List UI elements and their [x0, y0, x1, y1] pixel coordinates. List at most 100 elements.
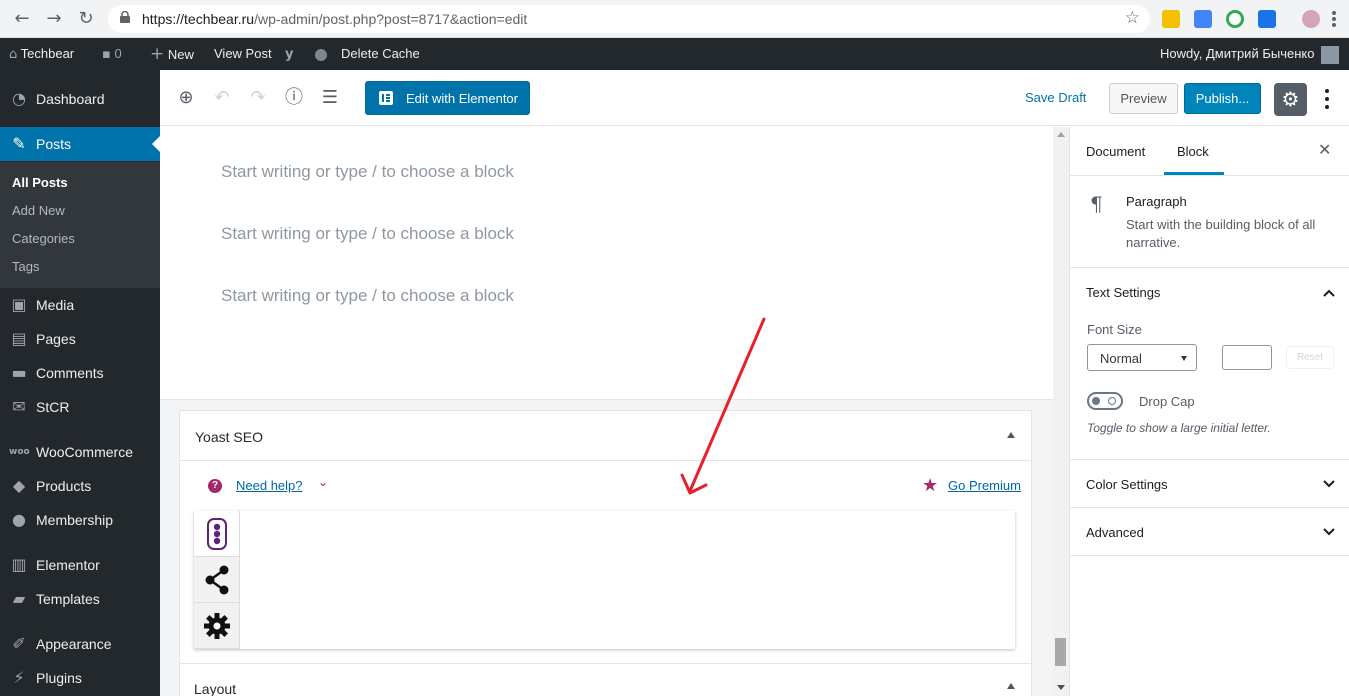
yoast-adminbar-icon[interactable]: y: [285, 38, 293, 70]
submenu-categories[interactable]: Categories: [12, 230, 75, 248]
more-options-icon[interactable]: [1320, 87, 1334, 111]
menu-item-products[interactable]: ◆ Products: [0, 469, 160, 503]
pages-icon: ▤: [11, 329, 27, 348]
chevron-down-icon: [1323, 528, 1335, 536]
chrome-menu-icon[interactable]: [1332, 9, 1336, 29]
menu-item-pages[interactable]: ▤ Pages: [0, 322, 160, 356]
editor-canvas: Start writing or type / to choose a bloc…: [160, 127, 1053, 696]
reset-button[interactable]: Reset: [1286, 346, 1334, 369]
sync-extension-icon[interactable]: [1226, 10, 1244, 28]
view-post-link[interactable]: View Post: [214, 38, 272, 70]
yoast-metabox-title[interactable]: Yoast SEO: [195, 429, 263, 445]
layout-metabox: [179, 663, 1032, 696]
need-help-link[interactable]: Need help?: [236, 478, 303, 493]
collapse-arrow-icon[interactable]: [1007, 432, 1015, 438]
scroll-down-arrow-icon[interactable]: [1057, 685, 1065, 690]
forward-arrow-icon[interactable]: →: [44, 9, 64, 29]
new-label: New: [167, 47, 194, 62]
account-menu[interactable]: Howdy, Дмитрий Быченко: [1160, 38, 1340, 70]
translate-extension-icon[interactable]: [1194, 10, 1212, 28]
go-premium-link[interactable]: Go Premium: [948, 478, 1021, 493]
undo-icon[interactable]: ↶: [211, 87, 233, 109]
yoast-seo-metabox: Yoast SEO ? Need help? ⌄ ★ Go Premium: [179, 410, 1032, 674]
status-dot-icon[interactable]: [315, 38, 327, 70]
toggle-knob: [1092, 397, 1100, 405]
brush-icon: ✐: [12, 634, 26, 653]
products-icon: ◆: [12, 476, 26, 495]
extension-badge-icon[interactable]: [1258, 10, 1276, 28]
profile-avatar[interactable]: [1302, 10, 1320, 28]
yoast-tab-social[interactable]: [194, 557, 240, 603]
yoast-tab-advanced[interactable]: [194, 603, 240, 649]
chevron-down-icon[interactable]: ⌄: [318, 475, 328, 489]
menu-item-comments[interactable]: ▬ Comments: [0, 356, 160, 390]
submenu-add-new[interactable]: Add New: [12, 202, 65, 220]
close-icon[interactable]: ✕: [1318, 140, 1331, 159]
help-question-icon[interactable]: ?: [208, 479, 222, 493]
text-settings-title[interactable]: Text Settings: [1086, 285, 1160, 300]
plus-icon: +: [150, 44, 165, 64]
font-size-select[interactable]: Normal: [1087, 344, 1197, 371]
collapse-arrow-icon[interactable]: [1007, 683, 1015, 689]
edit-with-elementor-button[interactable]: Edit with Elementor: [365, 81, 530, 115]
bookmark-star-icon[interactable]: ☆: [1125, 8, 1140, 28]
menu-item-appearance[interactable]: ✐ Appearance: [0, 627, 160, 661]
block-navigation-icon[interactable]: ☰: [319, 87, 341, 109]
editor-scrollbar[interactable]: [1053, 127, 1069, 696]
advanced-panel[interactable]: Advanced: [1070, 508, 1349, 556]
custom-font-size-input[interactable]: [1222, 345, 1272, 370]
back-arrow-icon[interactable]: ←: [12, 9, 32, 29]
elementor-button-label: Edit with Elementor: [406, 91, 518, 106]
layout-metabox-title[interactable]: Layout: [194, 681, 236, 696]
chevron-up-icon[interactable]: [1322, 286, 1336, 300]
premium-star-icon: ★: [922, 475, 939, 496]
tab-document[interactable]: Document: [1086, 144, 1145, 159]
menu-item-media[interactable]: ▣ Media: [0, 288, 160, 322]
dropdown-arrow-icon: [1181, 356, 1187, 361]
save-draft-button[interactable]: Save Draft: [1025, 90, 1086, 105]
menu-item-posts[interactable]: ✎ Posts: [0, 127, 160, 161]
redo-icon[interactable]: ↷: [247, 87, 269, 109]
add-block-icon[interactable]: ⊕: [175, 87, 197, 109]
info-icon[interactable]: ⓘ: [283, 87, 305, 109]
menu-item-templates[interactable]: ▰ Templates: [0, 582, 160, 616]
wp-admin-bar: ⌂ Techbear ▪ 0 + New View Post y Delete …: [0, 38, 1349, 70]
submenu-all-posts[interactable]: All Posts: [12, 174, 68, 192]
yoast-tab-readability[interactable]: [194, 511, 240, 557]
paragraph-block-placeholder[interactable]: Start writing or type / to choose a bloc…: [221, 162, 514, 182]
new-content-link[interactable]: + New: [150, 38, 194, 70]
drop-cap-toggle[interactable]: [1087, 392, 1123, 410]
mail-icon: ✉: [12, 397, 26, 416]
paragraph-block-placeholder[interactable]: Start writing or type / to choose a bloc…: [221, 224, 514, 244]
elementor-icon: ▥: [11, 555, 27, 574]
delete-cache-link[interactable]: Delete Cache: [341, 38, 420, 70]
user-avatar: [1321, 45, 1340, 64]
tab-block[interactable]: Block: [1177, 144, 1209, 159]
settings-gear-icon[interactable]: ⚙: [1274, 83, 1307, 116]
paragraph-block-placeholder[interactable]: Start writing or type / to choose a bloc…: [221, 286, 514, 306]
scroll-up-arrow-icon[interactable]: [1057, 132, 1065, 137]
color-settings-panel[interactable]: Color Settings: [1070, 460, 1349, 508]
admin-sidebar-menu: ◔ Dashboard ✎ Posts All Posts Add New Cate…: [0, 70, 160, 696]
reload-icon[interactable]: ↻: [76, 9, 96, 29]
address-bar[interactable]: https://techbear.ru/wp-admin/post.php?po…: [108, 5, 1150, 33]
menu-item-dashboard[interactable]: ◔ Dashboard: [0, 82, 160, 116]
menu-item-elementor[interactable]: ▥ Elementor: [0, 548, 160, 582]
submenu-tags[interactable]: Tags: [12, 258, 39, 276]
menu-item-stcr[interactable]: ✉ StCR: [0, 390, 160, 424]
comments-link[interactable]: ▪ 0: [102, 38, 122, 70]
scrollbar-thumb[interactable]: [1055, 638, 1066, 666]
preview-button[interactable]: Preview: [1109, 83, 1178, 114]
woocommerce-icon: woo: [9, 447, 30, 457]
menu-item-woocommerce[interactable]: woo WooCommerce: [0, 435, 160, 469]
menu-item-membership[interactable]: ● Membership: [0, 503, 160, 537]
site-home-link[interactable]: ⌂ Techbear: [9, 38, 74, 70]
metaboxes-area: Yoast SEO ? Need help? ⌄ ★ Go Premium La…: [160, 399, 1053, 696]
current-indicator: [152, 136, 160, 152]
publish-button[interactable]: Publish...: [1184, 83, 1261, 114]
share-icon: [205, 565, 229, 595]
posts-submenu: All Posts Add New Categories Tags: [0, 162, 160, 288]
plug-icon: ⚡: [13, 668, 25, 687]
extension-icon[interactable]: [1162, 10, 1180, 28]
menu-item-plugins[interactable]: ⚡ Plugins: [0, 661, 160, 695]
